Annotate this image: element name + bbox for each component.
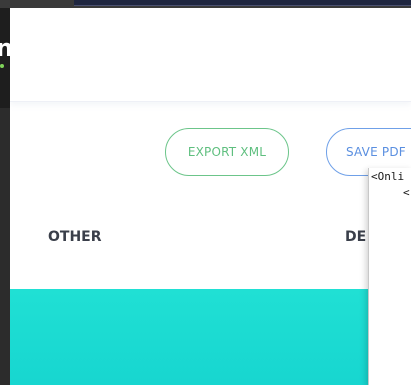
logo-accent-dot bbox=[0, 64, 4, 68]
top-strip bbox=[0, 0, 411, 8]
xml-source-popup[interactable]: <Onli < bbox=[368, 168, 411, 385]
xml-source-line: < bbox=[403, 186, 410, 199]
xml-source-line: <Onli bbox=[371, 170, 405, 183]
section-label-other: OTHER bbox=[48, 229, 102, 245]
left-sidebar-edge: n bbox=[0, 8, 13, 108]
section-label-de: DE bbox=[345, 229, 367, 245]
teal-banner bbox=[10, 289, 411, 385]
top-navigation-bar bbox=[74, 0, 411, 6]
main-content-card: EXPORT XML SAVE PDF OTHER DE bbox=[10, 8, 411, 385]
card-header bbox=[10, 8, 411, 102]
export-xml-button[interactable]: EXPORT XML bbox=[165, 128, 289, 176]
